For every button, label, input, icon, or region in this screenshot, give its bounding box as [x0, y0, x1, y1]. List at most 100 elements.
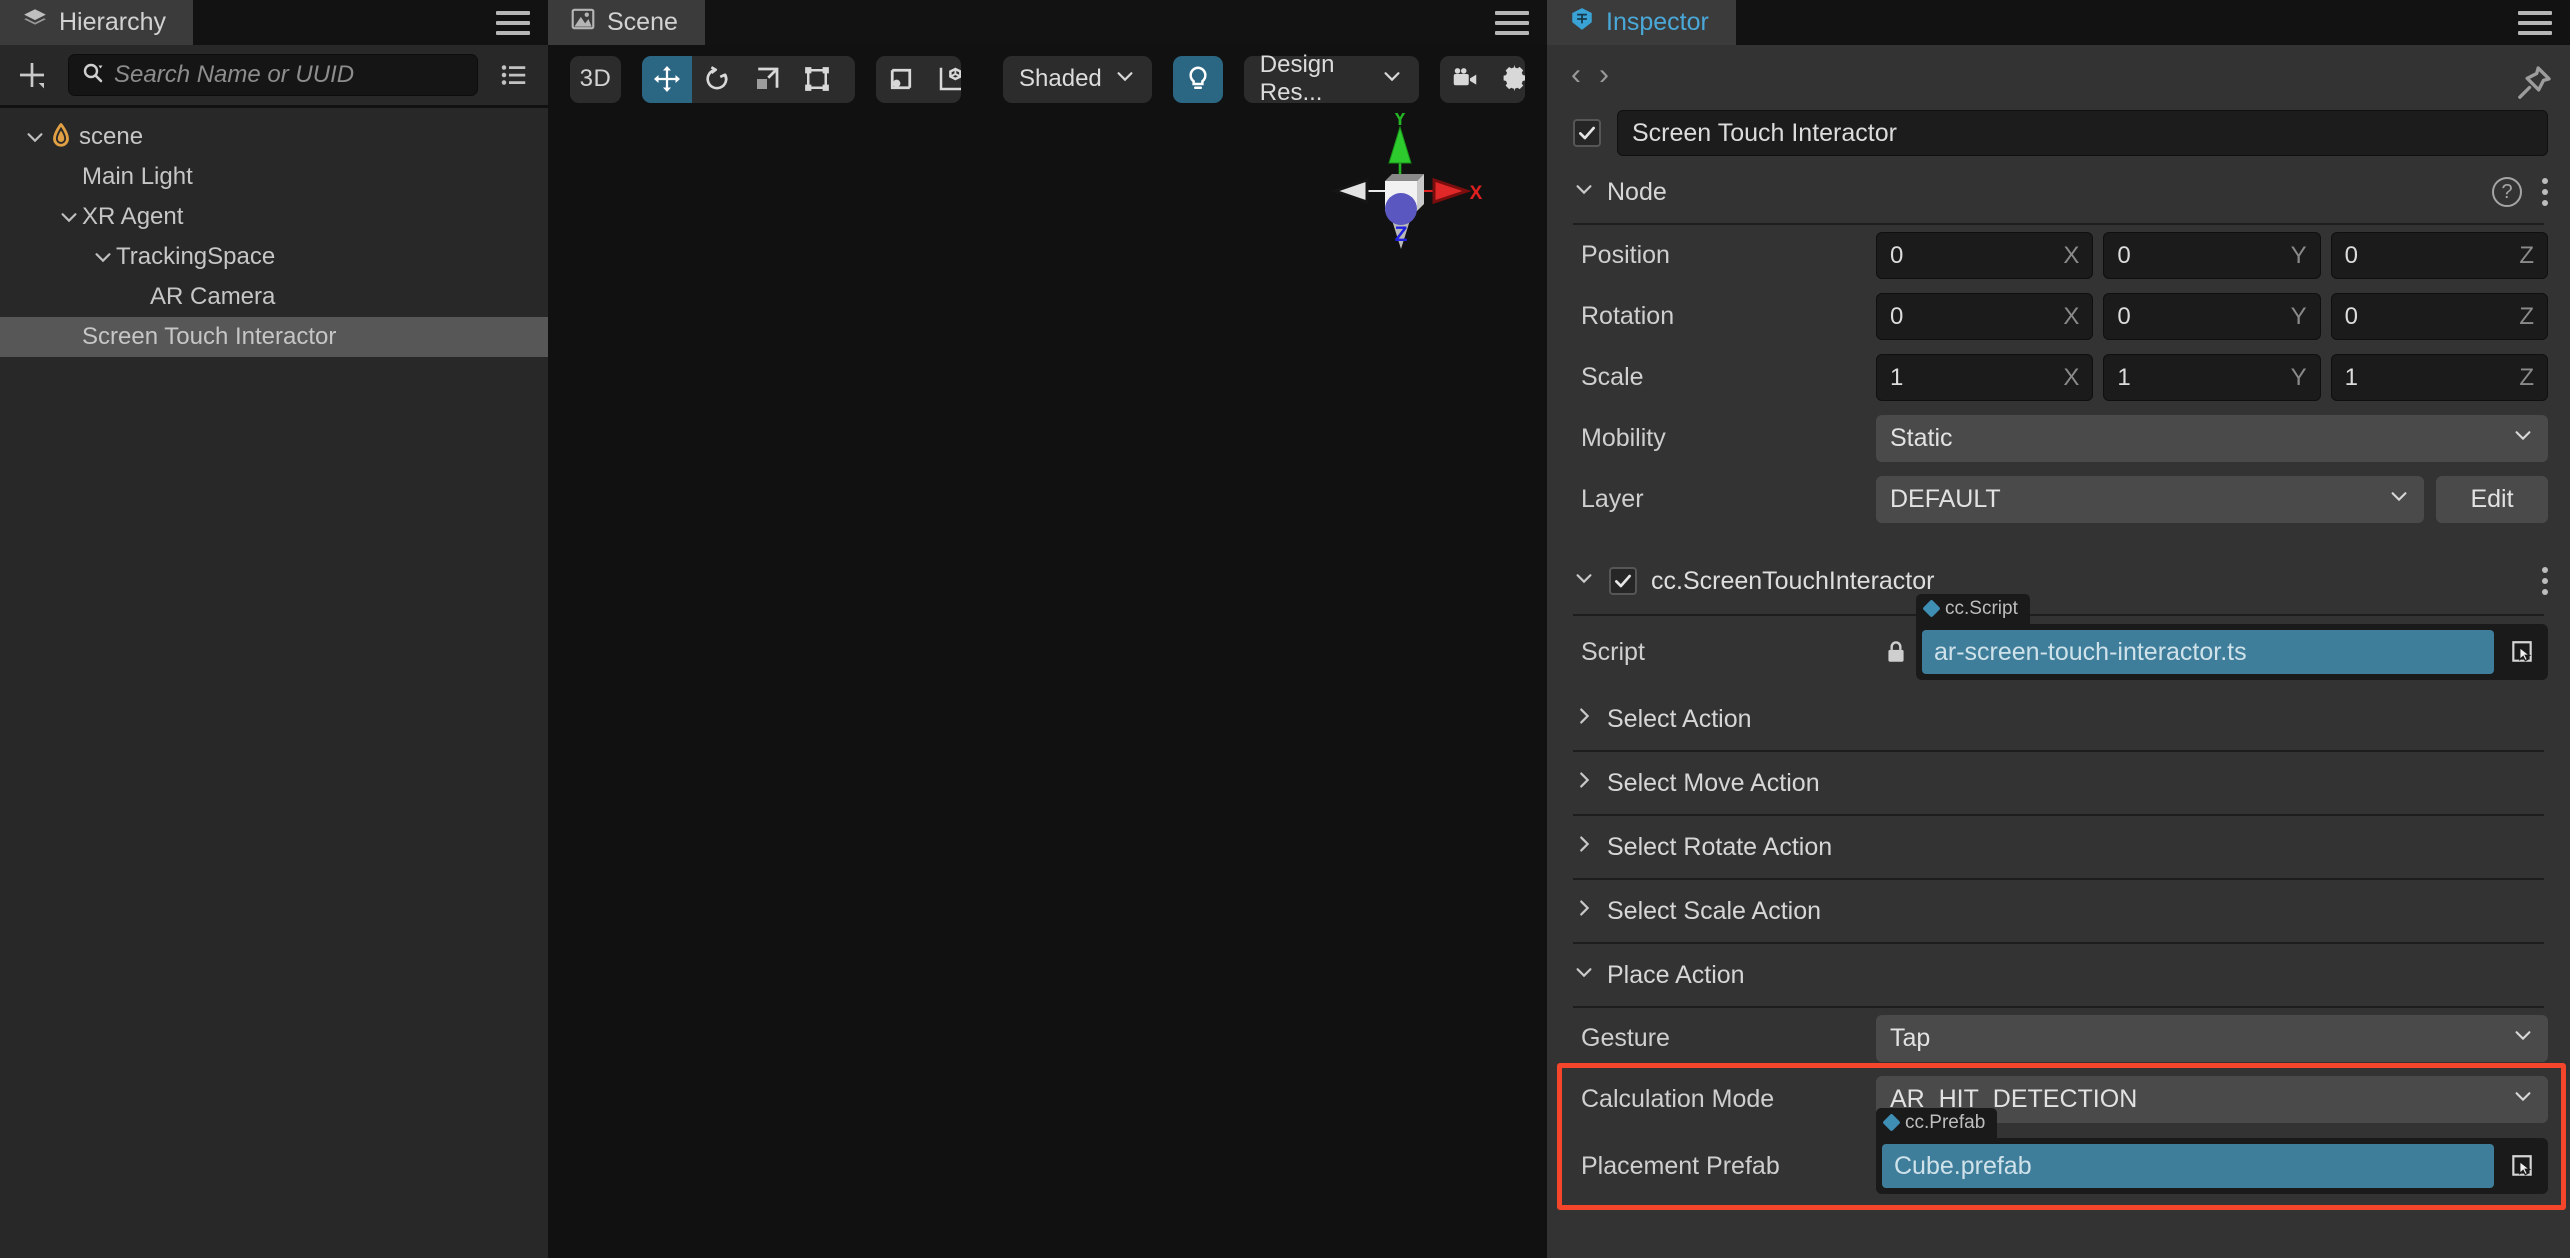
nav-back-button[interactable]: ‹ — [1571, 60, 1581, 90]
design-resolution-dropdown[interactable]: Design Res... — [1243, 51, 1419, 106]
rect-transform-icon[interactable] — [792, 56, 842, 103]
inspector-body: ‹ › Screen Touch Interactor Node ? Posit… — [1547, 45, 2570, 1258]
rotation-z-input[interactable]: 0Z — [2330, 293, 2548, 340]
placement-prefab-label: Placement Prefab — [1581, 1151, 1780, 1180]
layer-dropdown[interactable]: DEFAULT — [1876, 476, 2424, 523]
placement-prefab-row: Placement Prefab cc.Prefab Cube.prefab — [1547, 1108, 2570, 1202]
hierarchy-item-trackingspace[interactable]: TrackingSpace — [0, 237, 548, 277]
asset-type-diamond-icon — [1882, 1113, 1901, 1133]
rotation-x-input[interactable]: 0X — [1876, 293, 2094, 340]
pivot-icon[interactable] — [876, 56, 926, 103]
asset-picker-icon[interactable] — [2502, 1146, 2542, 1186]
hamburger-menu-icon[interactable] — [1495, 10, 1529, 35]
component-header[interactable]: cc.ScreenTouchInteractor — [1547, 548, 2570, 614]
rotation-y-input[interactable]: 0Y — [2103, 293, 2321, 340]
chevron-down-icon — [1381, 65, 1403, 94]
script-type-label: cc.Script — [1945, 598, 2018, 619]
section-select-move-action[interactable]: Select Move Action — [1547, 752, 2570, 814]
question-mark-icon[interactable]: ? — [2492, 177, 2522, 207]
tab-hierarchy[interactable]: Hierarchy — [0, 0, 193, 45]
node-name-value: Screen Touch Interactor — [1632, 118, 1897, 147]
layers-icon — [22, 6, 48, 39]
script-asset-value[interactable]: ar-screen-touch-interactor.ts — [1922, 630, 2494, 674]
scale-icon[interactable] — [742, 56, 792, 103]
mobility-value: Static — [1890, 424, 1953, 452]
chevron-down-icon[interactable] — [90, 244, 116, 270]
scale-z-input[interactable]: 1Z — [2330, 354, 2548, 401]
hierarchy-item-screen-touch-interactor[interactable]: Screen Touch Interactor — [0, 317, 548, 357]
camera-icon[interactable] — [1440, 56, 1490, 103]
hierarchy-item-xr-agent[interactable]: XR Agent — [0, 197, 548, 237]
placement-prefab-value[interactable]: Cube.prefab — [1882, 1144, 2494, 1188]
rotate-icon[interactable] — [692, 56, 742, 103]
layer-edit-button[interactable]: Edit — [2436, 476, 2548, 523]
value: 1 — [2117, 363, 2131, 391]
asset-picker-icon[interactable] — [2502, 632, 2542, 672]
scale-row: Scale 1 X 1 Y 1 Z — [1547, 347, 2570, 408]
axis-label-z: Z — [2519, 302, 2534, 330]
hierarchy-panel: Hierarchy Search Name or UUID scene Main… — [0, 0, 548, 1258]
axis-label-x: X — [2063, 363, 2080, 391]
chevron-down-icon — [1114, 65, 1136, 94]
search-icon — [81, 61, 105, 90]
axis-gizmo[interactable]: Y X Z — [1315, 109, 1485, 263]
toggle-3d-button[interactable]: 3D — [570, 55, 621, 103]
mobility-label: Mobility — [1581, 424, 1666, 452]
script-type-tooltip: cc.Script — [1916, 594, 2030, 624]
shading-mode-dropdown[interactable]: Shaded — [1003, 55, 1152, 103]
tab-inspector[interactable]: Inspector — [1547, 0, 1736, 45]
move-arrows-icon[interactable] — [641, 55, 692, 103]
component-enabled-checkbox[interactable] — [1609, 567, 1637, 595]
nav-forward-button[interactable]: › — [1599, 60, 1609, 90]
gear-icon[interactable] — [1490, 56, 1526, 103]
gesture-row: Gesture Tap — [1547, 1008, 2570, 1069]
hierarchy-item-main-light[interactable]: Main Light — [0, 157, 548, 197]
magnet-icon[interactable] — [842, 56, 855, 103]
value: 0 — [2117, 241, 2131, 269]
chevron-down-icon[interactable] — [56, 204, 82, 230]
pin-icon[interactable] — [2514, 63, 2554, 108]
position-y-input[interactable]: 0Y — [2103, 232, 2321, 279]
tab-scene[interactable]: Scene — [548, 0, 705, 45]
script-asset-wrap: cc.Script ar-screen-touch-interactor.ts — [1916, 594, 2548, 680]
layer-label: Layer — [1581, 485, 1644, 513]
hierarchy-item-label: Screen Touch Interactor — [82, 323, 337, 350]
position-z-input[interactable]: 0Z — [2330, 232, 2548, 279]
scale-x-input[interactable]: 1X — [1876, 354, 2094, 401]
hierarchy-item-scene[interactable]: scene — [0, 117, 548, 157]
placement-prefab-asset-wrap: cc.Prefab Cube.prefab — [1876, 1108, 2548, 1194]
add-node-icon[interactable] — [10, 53, 54, 97]
local-global-icon[interactable] — [926, 56, 962, 103]
position-x-input[interactable]: 0X — [1876, 232, 2094, 279]
node-enabled-checkbox[interactable] — [1573, 119, 1601, 147]
scale-y-input[interactable]: 1Y — [2103, 354, 2321, 401]
kebab-menu-icon[interactable] — [2542, 567, 2548, 595]
section-select-action[interactable]: Select Action — [1547, 688, 2570, 750]
place-action-header[interactable]: Place Action — [1547, 944, 2570, 1006]
search-input[interactable] — [114, 61, 465, 89]
kebab-menu-icon[interactable] — [2542, 178, 2548, 206]
chevron-down-icon — [2512, 1024, 2534, 1053]
filter-list-icon[interactable] — [492, 53, 536, 97]
tab-inspector-label: Inspector — [1606, 8, 1709, 36]
layer-edit-label: Edit — [2470, 485, 2514, 513]
design-resolution-label: Design Res... — [1259, 51, 1335, 106]
hamburger-menu-icon[interactable] — [2518, 10, 2552, 35]
chevron-right-icon — [1573, 897, 1595, 926]
section-select-scale-action[interactable]: Select Scale Action — [1547, 880, 2570, 942]
scene-viewport[interactable]: 3D Shaded Design Res... Y X Z — [548, 45, 1547, 1258]
search-field[interactable] — [68, 54, 478, 96]
hierarchy-item-ar-camera[interactable]: AR Camera — [0, 277, 548, 317]
chevron-down-icon — [2512, 424, 2534, 453]
node-name-input[interactable]: Screen Touch Interactor — [1617, 110, 2548, 156]
mobility-dropdown[interactable]: Static — [1876, 415, 2548, 462]
scene-flame-icon — [48, 122, 74, 152]
chevron-down-icon[interactable] — [22, 124, 48, 150]
lightbulb-icon[interactable] — [1172, 55, 1223, 103]
svg-text:Z: Z — [1395, 223, 1408, 246]
gesture-dropdown[interactable]: Tap — [1876, 1015, 2548, 1062]
section-select-rotate-action[interactable]: Select Rotate Action — [1547, 816, 2570, 878]
lock-icon — [1876, 639, 1916, 665]
node-section-header[interactable]: Node ? — [1547, 161, 2570, 223]
hamburger-menu-icon[interactable] — [496, 10, 530, 35]
